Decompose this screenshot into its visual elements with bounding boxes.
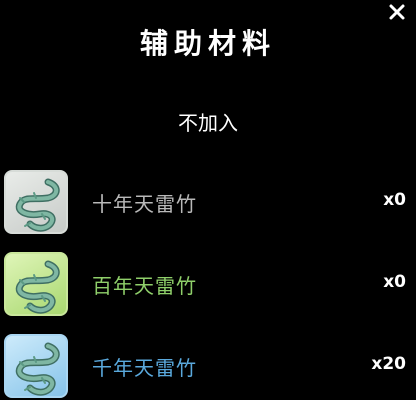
item-count: x20 (371, 354, 406, 374)
close-icon (389, 4, 405, 20)
item-name: 百年天雷竹 (92, 274, 197, 298)
item-slot (4, 252, 68, 316)
no-material-option[interactable]: 不加入 (0, 107, 416, 136)
thunder-bamboo-icon (15, 178, 60, 232)
item-count: x0 (383, 190, 406, 210)
item-slot (4, 334, 68, 398)
dialog-title: 辅助材料 (139, 27, 276, 60)
material-item-hundred-year[interactable]: 百年天雷竹 x0 (4, 252, 414, 318)
thunder-bamboo-icon (15, 260, 60, 314)
item-name: 千年天雷竹 (92, 356, 197, 380)
item-count: x0 (383, 272, 406, 292)
auxiliary-materials-dialog: 辅助材料 不加入 十年天雷竹 x0 百年天雷竹 x0 千年天雷竹 x20 (0, 0, 416, 400)
material-item-thousand-year[interactable]: 千年天雷竹 x20 (4, 334, 414, 400)
close-button[interactable] (384, 0, 410, 24)
material-item-ten-year[interactable]: 十年天雷竹 x0 (4, 170, 414, 236)
thunder-bamboo-icon (15, 342, 60, 396)
item-name: 十年天雷竹 (92, 192, 197, 216)
item-slot (4, 170, 68, 234)
